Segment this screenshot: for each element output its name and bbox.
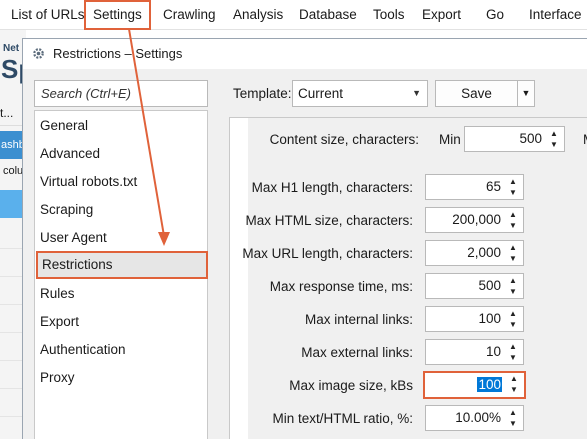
setting-label: Max URL length, characters:: [242, 246, 413, 261]
dialog-title: Restrictions – Settings: [53, 46, 183, 61]
arrow-down-icon[interactable]: ▼: [508, 385, 520, 395]
max-html-size-stepper[interactable]: 200,000 ▲ ▼: [425, 207, 524, 233]
nav-item-export[interactable]: Export: [35, 308, 207, 336]
setting-value: 10.00%: [455, 410, 501, 425]
arrow-down-icon[interactable]: ▼: [507, 221, 519, 231]
arrow-down-icon[interactable]: ▼: [507, 188, 519, 198]
min-text-html-ratio-stepper[interactable]: 10.00% ▲ ▼: [425, 405, 524, 431]
setting-value: 500: [478, 278, 501, 293]
menu-go[interactable]: Go: [479, 0, 511, 30]
template-value: Current: [298, 86, 344, 101]
nav-item-virtual-robots[interactable]: Virtual robots.txt: [35, 168, 207, 196]
nav-item-restrictions[interactable]: Restrictions: [36, 251, 208, 279]
menu-analysis[interactable]: Analysis: [226, 0, 290, 30]
menu-crawling[interactable]: Crawling: [156, 0, 223, 30]
arrow-down-icon[interactable]: ▼: [507, 254, 519, 264]
nav-item-user-agent[interactable]: User Agent: [35, 224, 207, 252]
max-image-size-stepper[interactable]: 100 ▲ ▼: [423, 371, 526, 399]
content-size-min-label: Min: [439, 132, 461, 147]
app-logo-small: Net: [3, 43, 20, 54]
setting-label: Max response time, ms:: [269, 279, 413, 294]
chevron-down-icon: ▼: [521, 88, 531, 98]
arrow-up-icon[interactable]: ▲: [507, 276, 519, 286]
settings-nav: General Advanced Virtual robots.txt Scra…: [34, 110, 208, 439]
gear-icon: [33, 48, 44, 59]
arrow-up-icon[interactable]: ▲: [507, 309, 519, 319]
setting-label: Max internal links:: [304, 312, 413, 327]
max-h1-length-stepper[interactable]: 65 ▲ ▼: [425, 174, 524, 200]
content-size-label: Content size, characters:: [269, 132, 419, 147]
content-size-min-value: 500: [519, 131, 542, 146]
arrow-up-icon[interactable]: ▲: [507, 243, 519, 253]
dialog-titlebar: Restrictions – Settings: [23, 39, 587, 69]
setting-value: 10: [485, 344, 501, 359]
menu-tools[interactable]: Tools: [366, 0, 412, 30]
column-label: colu: [3, 165, 24, 177]
nav-item-proxy[interactable]: Proxy: [35, 364, 207, 392]
setting-label: Max H1 length, characters:: [251, 180, 413, 195]
save-dropdown-button[interactable]: ▼: [517, 80, 535, 107]
arrow-up-icon[interactable]: ▲: [507, 408, 519, 418]
content-size-max-label: M: [583, 131, 587, 149]
menu-export[interactable]: Export: [415, 0, 468, 30]
menu-bar: List of URLs Settings Crawling Analysis …: [0, 0, 587, 30]
menu-list-of-urls[interactable]: List of URLs: [4, 0, 92, 30]
menu-settings[interactable]: Settings: [84, 0, 151, 30]
save-button[interactable]: Save: [435, 80, 518, 107]
nav-item-authentication[interactable]: Authentication: [35, 336, 207, 364]
arrow-up-icon[interactable]: ▲: [508, 374, 520, 384]
menu-database[interactable]: Database: [292, 0, 364, 30]
setting-value: 100: [478, 311, 501, 326]
setting-label: Max image size, kBs: [289, 378, 413, 393]
setting-value: 2,000: [467, 245, 501, 260]
max-url-length-stepper[interactable]: 2,000 ▲ ▼: [425, 240, 524, 266]
arrow-down-icon[interactable]: ▼: [507, 320, 519, 330]
arrow-down-icon[interactable]: ▼: [548, 140, 560, 150]
menu-interface[interactable]: Interface: [522, 0, 587, 30]
max-response-time-stepper[interactable]: 500 ▲ ▼: [425, 273, 524, 299]
setting-value: 200,000: [452, 212, 501, 227]
setting-label: Min text/HTML ratio, %:: [272, 411, 413, 426]
nav-item-rules[interactable]: Rules: [35, 280, 207, 308]
search-input[interactable]: Search (Ctrl+E): [34, 80, 208, 107]
arrow-down-icon[interactable]: ▼: [507, 353, 519, 363]
template-select[interactable]: Current ▼: [292, 80, 428, 107]
setting-value: 100: [477, 377, 502, 392]
arrow-up-icon[interactable]: ▲: [507, 177, 519, 187]
settings-dialog: Restrictions – Settings Search (Ctrl+E) …: [22, 38, 587, 439]
content-size-min-stepper[interactable]: 500 ▲ ▼: [464, 126, 565, 152]
setting-value: 65: [485, 179, 501, 194]
chevron-down-icon: ▼: [412, 88, 421, 98]
template-label: Template:: [233, 86, 292, 101]
max-external-links-stepper[interactable]: 10 ▲ ▼: [425, 339, 524, 365]
nav-item-scraping[interactable]: Scraping: [35, 196, 207, 224]
arrow-down-icon[interactable]: ▼: [507, 287, 519, 297]
setting-label: Max external links:: [301, 345, 413, 360]
setting-value-wrap: 100: [477, 373, 502, 397]
arrow-up-icon[interactable]: ▲: [507, 342, 519, 352]
nav-item-general[interactable]: General: [35, 112, 207, 140]
arrow-up-icon[interactable]: ▲: [548, 129, 560, 139]
arrow-up-icon[interactable]: ▲: [507, 210, 519, 220]
nav-item-advanced[interactable]: Advanced: [35, 140, 207, 168]
arrow-down-icon[interactable]: ▼: [507, 419, 519, 429]
max-internal-links-stepper[interactable]: 100 ▲ ▼: [425, 306, 524, 332]
setting-label: Max HTML size, characters:: [245, 213, 413, 228]
